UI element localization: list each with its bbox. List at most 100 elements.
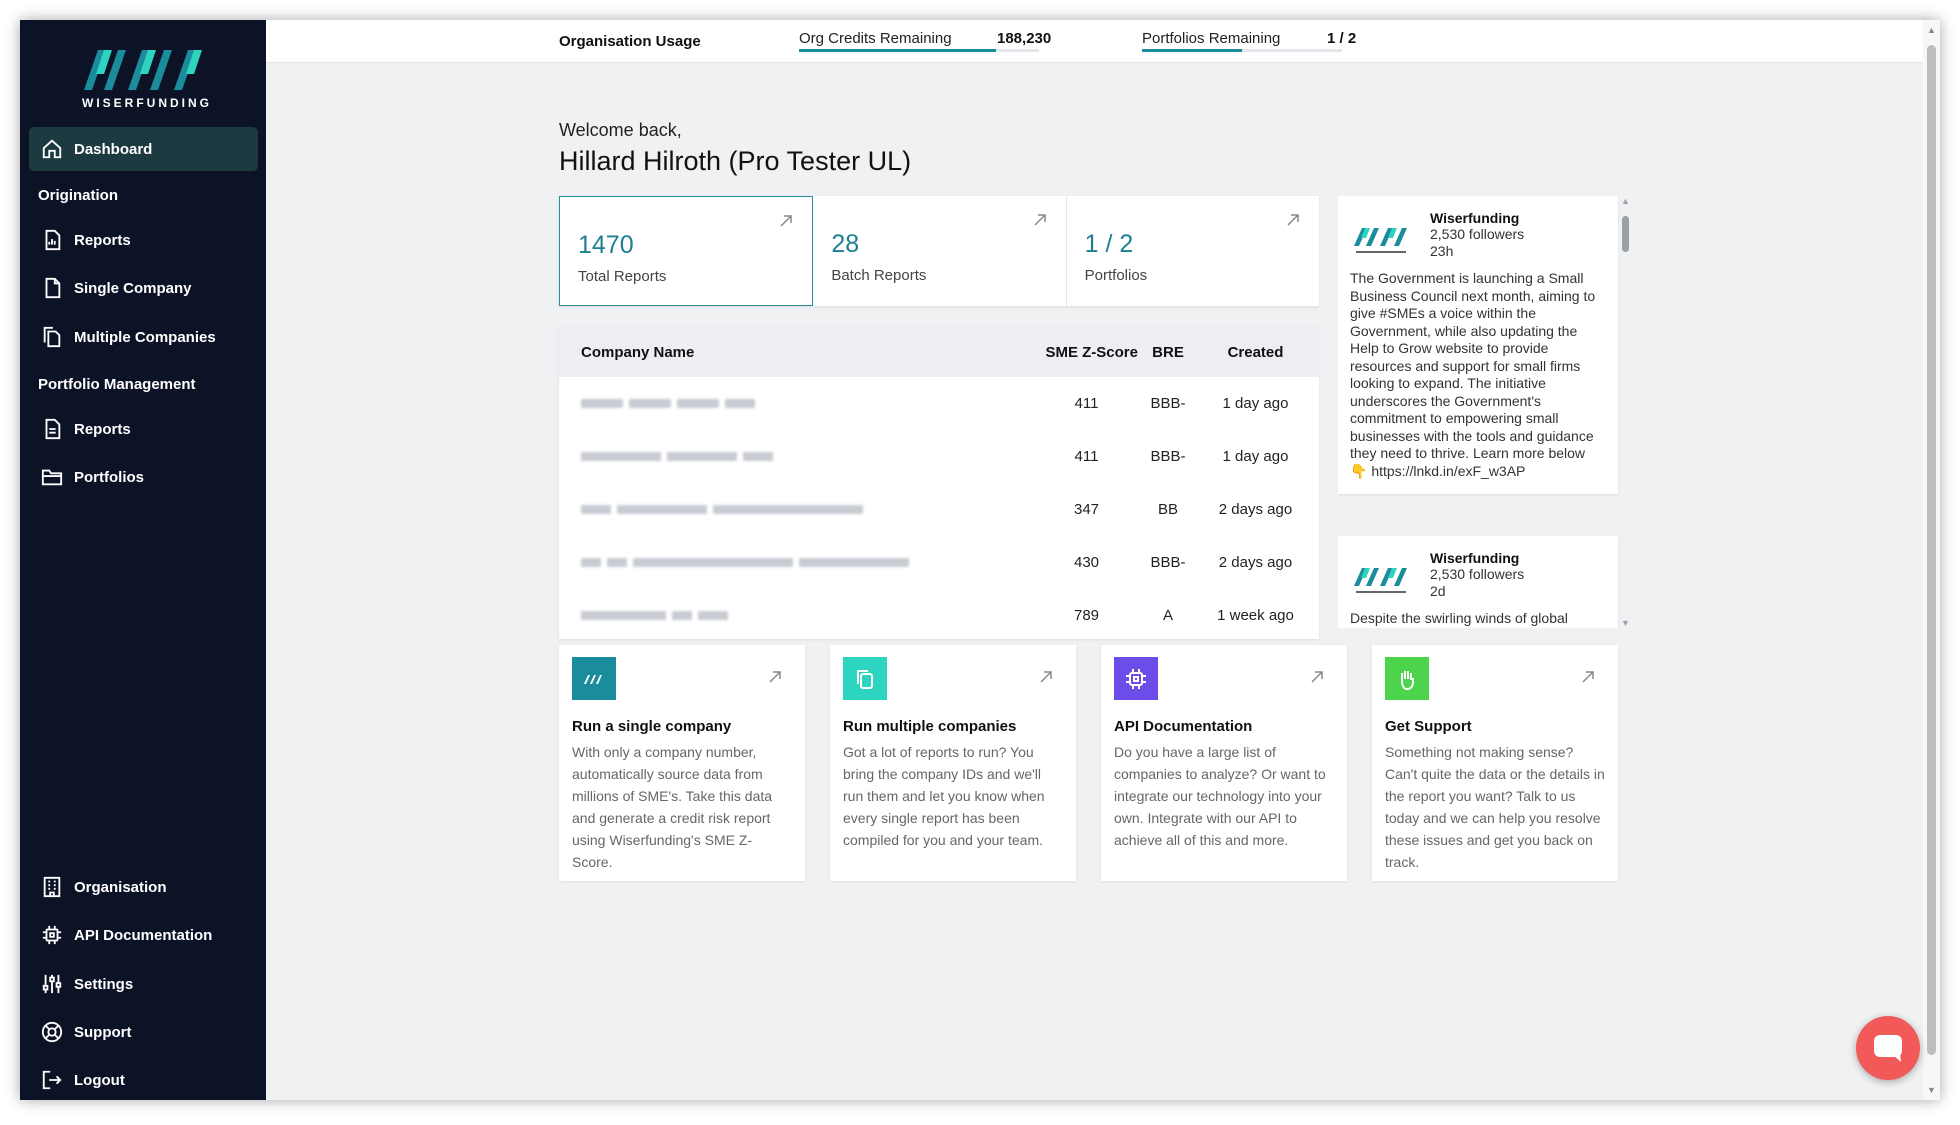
wiserfunding-icon (572, 657, 616, 700)
sidebar-item-label: Reports (74, 420, 131, 438)
portfolios-label: Portfolios Remaining (1142, 30, 1281, 47)
feed-post[interactable]: Wiserfunding 2,530 followers 23h The Gov… (1338, 196, 1618, 494)
created-date: 1 day ago (1222, 448, 1289, 465)
sidebar-item-label: Dashboard (74, 140, 153, 158)
logo[interactable]: WISERFUNDING (82, 40, 212, 130)
building-icon (43, 876, 61, 898)
table-header: Company Name SME Z-Score BRE Created (559, 327, 1319, 377)
sme-z-score: 347 (1073, 501, 1100, 518)
sme-z-score: 411 (1074, 395, 1099, 412)
arrow-up-right-icon (1582, 671, 1594, 683)
arrow-up-right-icon (1287, 214, 1299, 226)
folder-icon (41, 469, 63, 486)
sidebar-item-api-documentation[interactable]: API Documentation (29, 913, 258, 957)
page-scrollbar[interactable]: ▲ ▼ (1923, 20, 1940, 1100)
sidebar-item-dashboard[interactable]: Dashboard (29, 127, 258, 171)
card-description: Got a lot of reports to run? You bring t… (843, 744, 1045, 848)
chat-button[interactable] (1856, 1016, 1920, 1080)
sidebar-item-label: Reports (74, 231, 131, 249)
usage-title: Organisation Usage (559, 33, 701, 50)
post-author[interactable]: Wiserfunding (1430, 550, 1524, 566)
sme-z-score: 411 (1074, 448, 1099, 465)
stat-value: 1 / 2 (1084, 230, 1134, 258)
column-header-created[interactable]: Created (1192, 344, 1319, 361)
table-row[interactable]: 411 BBB- 1 day ago (559, 377, 1319, 430)
sme-z-score: 789 (1073, 607, 1100, 624)
post-followers: 2,530 followers (1430, 566, 1525, 582)
sidebar-item-multiple-companies[interactable]: Multiple Companies (29, 315, 258, 359)
post-time: 23h (1430, 243, 1454, 259)
arrow-up-right-icon (769, 671, 781, 683)
sidebar-section-origination: Origination (38, 187, 118, 204)
sidebar-item-label: Support (74, 1023, 132, 1041)
redacted-company-name (559, 611, 1029, 620)
sidebar-item-label: Organisation (74, 878, 167, 896)
sidebar-item-logout[interactable]: Logout (29, 1058, 258, 1100)
wiserfunding-logo-icon (1354, 228, 1407, 253)
post-text: The Government is launching a Small Busi… (1350, 270, 1596, 479)
created-date: 1 day ago (1222, 395, 1289, 412)
created-date: 2 days ago (1218, 554, 1293, 571)
card-run-single-company[interactable]: Run a single company With only a company… (559, 645, 805, 881)
lifebuoy-icon (41, 1021, 63, 1043)
column-header-sme-z-score[interactable]: SME Z-Score (1029, 344, 1144, 361)
table-row[interactable]: 789 A 1 week ago (559, 589, 1319, 639)
post-author[interactable]: Wiserfunding (1430, 210, 1524, 226)
stat-value: 28 (831, 230, 860, 258)
column-header-bre[interactable]: BRE (1144, 344, 1192, 361)
welcome-greeting: Welcome back, (559, 120, 682, 140)
arrow-up-right-icon (780, 215, 793, 227)
card-description: Do you have a large list of companies to… (1114, 744, 1326, 848)
table-row[interactable]: 430 BBB- 2 days ago (559, 536, 1319, 589)
sliders-icon (42, 974, 62, 994)
stat-portfolios[interactable]: 1 / 2 Portfolios (1067, 196, 1319, 306)
wiserfunding-logo-icon (84, 50, 202, 90)
scroll-down-icon[interactable]: ▼ (1927, 1085, 1936, 1095)
sidebar-item-label: Single Company (74, 279, 192, 297)
sidebar-item-origination-reports[interactable]: Reports (29, 218, 258, 262)
feed-scroll-thumb[interactable] (1622, 216, 1629, 252)
scroll-down-icon[interactable]: ▼ (1621, 618, 1630, 628)
home-icon (42, 139, 62, 159)
bre-rating: A (1162, 607, 1173, 624)
bre-rating: BB (1157, 501, 1178, 518)
table-row[interactable]: 411 BBB- 1 day ago (559, 430, 1319, 483)
stat-total-reports[interactable]: 1470 Total Reports (559, 196, 814, 306)
card-get-support[interactable]: Get Support Something not making sense? … (1372, 645, 1618, 881)
post-followers: 2,530 followers (1430, 226, 1525, 242)
sidebar-item-portfolios[interactable]: Portfolios (29, 455, 258, 499)
sidebar-item-support[interactable]: Support (29, 1010, 258, 1054)
page-scroll-thumb[interactable] (1927, 45, 1936, 1055)
sidebar-section-portfolio: Portfolio Management (38, 376, 196, 393)
chip-icon (42, 925, 62, 945)
bre-rating: BBB- (1150, 395, 1186, 412)
stat-batch-reports[interactable]: 28 Batch Reports (813, 196, 1067, 306)
column-header-company-name[interactable]: Company Name (559, 344, 1029, 361)
social-feed[interactable]: Wiserfunding 2,530 followers 23h The Gov… (1338, 196, 1635, 628)
card-description: With only a company number, automaticall… (572, 744, 773, 870)
stat-label: Batch Reports (831, 267, 927, 284)
recent-reports-table: Company Name SME Z-Score BRE Created 411… (559, 327, 1319, 639)
sidebar-item-settings[interactable]: Settings (29, 962, 258, 1006)
feed-post[interactable]: Wiserfunding 2,530 followers 2d Despite … (1338, 536, 1618, 628)
redacted-company-name (559, 505, 1029, 514)
table-row[interactable]: 347 BB 2 days ago (559, 483, 1319, 536)
portfolios-progress-fill (1142, 49, 1242, 52)
feed-scrollbar[interactable]: ▲ ▼ (1619, 196, 1631, 628)
files-icon (43, 326, 61, 348)
sidebar-item-organisation[interactable]: Organisation (29, 865, 258, 909)
bre-rating: BBB- (1150, 554, 1186, 571)
scroll-up-icon[interactable]: ▲ (1621, 196, 1630, 206)
sidebar-item-label: Portfolios (74, 468, 144, 486)
brand-name: WISERFUNDING (82, 96, 212, 110)
sidebar-item-portfolio-reports[interactable]: Reports (29, 407, 258, 451)
sidebar-item-label: Multiple Companies (74, 328, 216, 346)
chat-bubble-icon (1874, 1035, 1902, 1062)
portfolios-progress (1142, 49, 1342, 52)
scroll-up-icon[interactable]: ▲ (1927, 25, 1936, 35)
sidebar-item-single-company[interactable]: Single Company (29, 266, 258, 310)
card-run-multiple-companies[interactable]: Run multiple companies Got a lot of repo… (830, 645, 1076, 881)
redacted-company-name (559, 399, 1029, 408)
card-api-documentation[interactable]: API Documentation Do you have a large li… (1101, 645, 1347, 881)
logout-icon (42, 1070, 62, 1090)
